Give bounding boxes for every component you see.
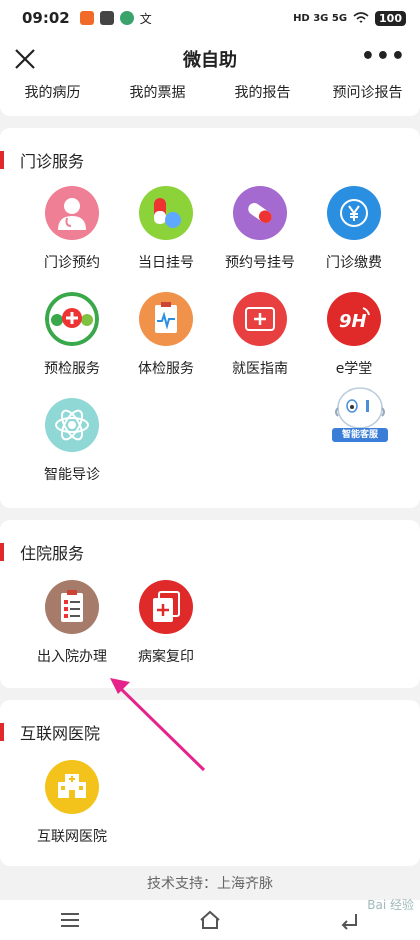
service-outpatient-payment[interactable]: 门诊缴费 [307, 186, 401, 272]
service-label: e学堂 [335, 361, 373, 377]
notification-icons: 文 [79, 10, 152, 27]
service-label: 体检服务 [138, 361, 194, 377]
section-marker [0, 543, 4, 561]
service-admission-discharge[interactable]: 出入院办理 [25, 580, 119, 666]
capsule-icon [233, 186, 287, 240]
checklist-icon [45, 580, 99, 634]
section-marker [0, 151, 4, 169]
service-booking-registration[interactable]: 预约号挂号 [213, 186, 307, 272]
back-icon[interactable] [338, 909, 362, 931]
internet-hospital-title-text: 互联网医院 [20, 724, 101, 743]
service-label: 出入院办理 [37, 649, 107, 665]
menu-icon[interactable] [58, 909, 82, 931]
service-same-day-registration[interactable]: 当日挂号 [119, 186, 213, 272]
service-e-school[interactable]: 9H e学堂 [307, 292, 401, 378]
system-nav-bar [0, 900, 420, 940]
service-label: 预约号挂号 [225, 255, 295, 271]
status-time: 09:02 [22, 9, 70, 27]
more-options-icon[interactable]: ••• [361, 44, 406, 69]
link-medical-records[interactable]: 我的病历 [0, 82, 105, 116]
internet-hospital-title: 互联网医院 [0, 722, 101, 743]
atom-icon [45, 398, 99, 452]
svg-text:9H: 9H [339, 311, 367, 332]
service-label: 当日挂号 [138, 255, 194, 271]
service-label: 预检服务 [44, 361, 100, 377]
section-marker [0, 723, 4, 741]
battery-indicator: 100 [375, 10, 406, 26]
annotation-arrow-icon [110, 678, 206, 772]
first-aid-icon [233, 292, 287, 346]
service-label: 互联网医院 [37, 829, 107, 845]
service-smart-triage[interactable]: 智能导诊 [25, 398, 119, 484]
service-label: 就医指南 [232, 361, 288, 377]
pills-icon [139, 186, 193, 240]
link-reports[interactable]: 我的报告 [210, 82, 315, 116]
outpatient-title: 门诊服务 [0, 150, 85, 171]
smart-assistant-button[interactable]: 智能客服 [332, 384, 388, 446]
inpatient-section: 住院服务 出入院办理 病案复印 [0, 520, 420, 688]
outpatient-title-text: 门诊服务 [20, 152, 85, 171]
app-notification-icon [79, 11, 94, 25]
service-outpatient-appointment[interactable]: 门诊预约 [25, 186, 119, 272]
watermark: Bai 经验 [367, 898, 414, 912]
inpatient-title: 住院服务 [0, 542, 85, 563]
clipboard-pulse-icon [139, 292, 193, 346]
service-record-copy[interactable]: 病案复印 [119, 580, 213, 666]
service-physical-exam[interactable]: 体检服务 [119, 292, 213, 378]
network-indicator: HD 3G 5G [293, 12, 348, 24]
link-pre-consult-reports[interactable]: 预问诊报告 [315, 82, 420, 116]
9h-logo-icon: 9H [327, 292, 381, 346]
copy-files-icon [139, 580, 193, 634]
service-label: 病案复印 [138, 649, 194, 665]
footer: 技术支持：上海齐脉 [147, 876, 273, 892]
check-notification-icon [99, 11, 114, 25]
service-label: 门诊缴费 [326, 255, 382, 271]
quick-links: 我的病历 我的票据 我的报告 预问诊报告 [0, 82, 420, 116]
chat-notification-icon [119, 11, 134, 25]
yen-icon [327, 186, 381, 240]
home-icon[interactable] [198, 909, 222, 931]
close-icon[interactable] [12, 46, 38, 72]
doctor-icon [45, 186, 99, 240]
medical-cross-icon [45, 292, 99, 346]
service-medical-guide[interactable]: 就医指南 [213, 292, 307, 378]
inpatient-title-text: 住院服务 [20, 544, 85, 563]
wifi-icon [353, 12, 369, 23]
service-label: 门诊预约 [44, 255, 100, 271]
hospital-icon [45, 760, 99, 814]
status-bar: 09:02 文 HD 3G 5G 100 [0, 0, 420, 36]
service-label: 智能导诊 [44, 467, 100, 483]
assistant-label: 智能客服 [341, 430, 378, 440]
text-notification-icon: 文 [139, 11, 152, 26]
status-right: HD 3G 5G 100 [293, 10, 406, 26]
page-title: 微自助 [183, 50, 237, 71]
service-pre-check[interactable]: 预检服务 [25, 292, 119, 378]
title-bar: 微自助 ••• [0, 36, 420, 82]
link-receipts[interactable]: 我的票据 [105, 82, 210, 116]
outpatient-section: 门诊服务 门诊预约 当日挂号 预约号挂号 门诊缴费 预检服务 体检服务 就医指南… [0, 128, 420, 508]
